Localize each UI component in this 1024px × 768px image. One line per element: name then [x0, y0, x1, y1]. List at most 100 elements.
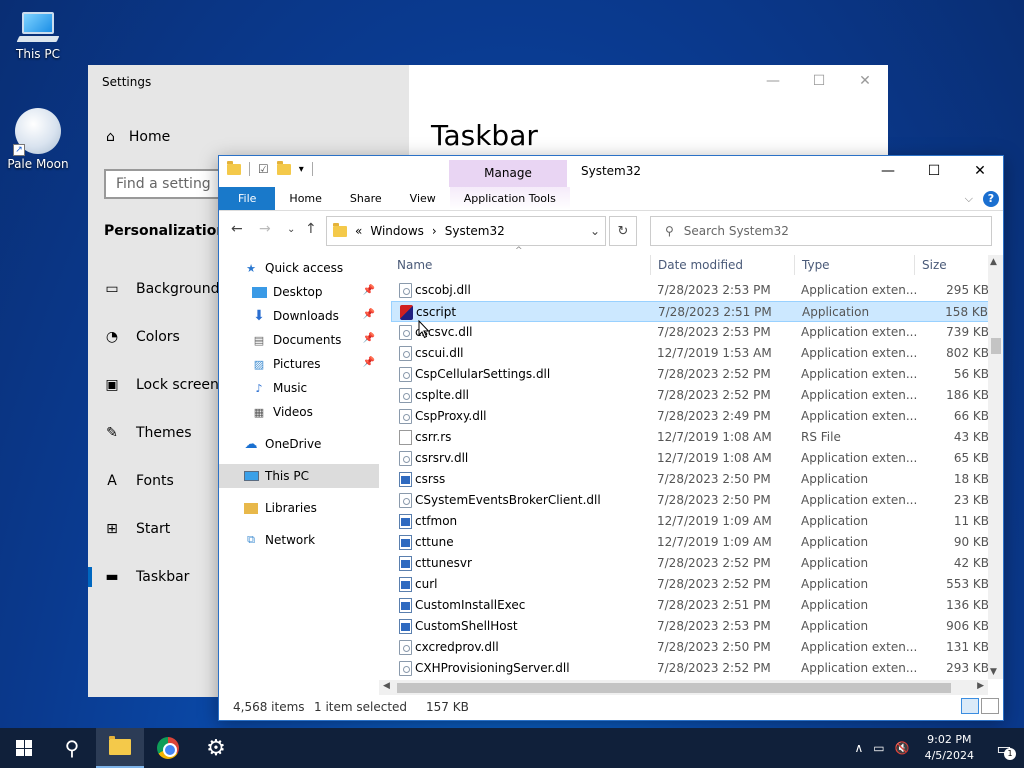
scrollbar-thumb[interactable]: [397, 683, 951, 693]
close-icon[interactable]: ✕: [842, 65, 888, 97]
customize-qat-icon[interactable]: ▾: [299, 164, 304, 175]
search-button[interactable]: ⚲: [48, 728, 96, 768]
tab-view[interactable]: View: [396, 187, 450, 210]
recent-locations-icon[interactable]: ⌄: [287, 224, 295, 235]
tab-home[interactable]: Home: [275, 187, 335, 210]
table-row[interactable]: csplte.dll 7/28/2023 2:52 PM Application e…: [391, 385, 989, 406]
search-input[interactable]: ⚲ Search System32: [650, 216, 992, 246]
table-row[interactable]: CXHProvisioningServer.dll 7/28/2023 2:52 …: [391, 658, 989, 679]
nav-videos[interactable]: ▦ Videos: [219, 400, 379, 424]
address-prefix[interactable]: «: [355, 224, 362, 238]
table-row[interactable]: cscript 7/28/2023 2:51 PM Application 158 K…: [391, 301, 989, 322]
close-icon[interactable]: ✕: [957, 156, 1003, 186]
file-type: Application exten...: [801, 409, 918, 423]
taskbar-file-explorer[interactable]: [96, 728, 144, 768]
breadcrumb-windows[interactable]: Windows: [370, 224, 424, 238]
volume-muted-icon[interactable]: 🔇: [890, 741, 915, 755]
settings-home[interactable]: ⌂ Home: [106, 129, 170, 145]
tab-share[interactable]: Share: [336, 187, 396, 210]
pin-icon[interactable]: 📌: [363, 333, 375, 344]
file-name: ctfmon: [415, 514, 458, 528]
network-icon[interactable]: ▭: [868, 741, 889, 755]
taskbar-chrome[interactable]: [144, 728, 192, 768]
nav-quick-access[interactable]: ★ Quick access: [219, 256, 379, 280]
nav-pictures[interactable]: ▨ Pictures 📌: [219, 352, 379, 376]
action-center-button[interactable]: ▭ 1: [984, 728, 1024, 768]
nav-desktop[interactable]: Desktop 📌: [219, 280, 379, 304]
minimize-icon[interactable]: —: [865, 156, 911, 186]
minimize-icon[interactable]: —: [750, 65, 796, 97]
table-row[interactable]: CspProxy.dll 7/28/2023 2:49 PM Application…: [391, 406, 989, 427]
clock[interactable]: 9:02 PM 4/5/2024: [915, 732, 984, 764]
refresh-button[interactable]: ↻: [609, 216, 637, 246]
column-date-modified[interactable]: Date modified: [658, 258, 743, 272]
nav-this-pc[interactable]: This PC: [219, 464, 379, 488]
nav-music[interactable]: ♪ Music: [219, 376, 379, 400]
properties-icon[interactable]: ☑: [258, 162, 269, 176]
nav-libraries[interactable]: Libraries: [219, 496, 379, 520]
maximize-icon[interactable]: ☐: [911, 156, 957, 186]
table-row[interactable]: cscui.dll 12/7/2019 1:53 AM Application ex…: [391, 343, 989, 364]
nav-documents[interactable]: ▤ Documents 📌: [219, 328, 379, 352]
desktop-icon-pale-moon[interactable]: ↗ Pale Moon: [0, 108, 76, 171]
table-row[interactable]: ctfmon 12/7/2019 1:09 AM Application 11 KB: [391, 511, 989, 532]
chevron-down-icon[interactable]: ⌄: [585, 224, 605, 238]
breadcrumb-system32[interactable]: System32: [445, 224, 505, 238]
maximize-icon[interactable]: ☐: [796, 65, 842, 97]
file-list: cscobj.dll 7/28/2023 2:53 PM Application e…: [391, 280, 989, 679]
scrollbar-thumb[interactable]: [991, 338, 1001, 354]
file-name: csrr.rs: [415, 430, 452, 444]
table-row[interactable]: cscsvc.dll 7/28/2023 2:53 PM Application e…: [391, 322, 989, 343]
application-icon: [399, 535, 412, 550]
details-view-icon[interactable]: [961, 698, 979, 714]
desktop-icon-this-pc[interactable]: This PC: [0, 10, 76, 61]
pin-icon[interactable]: 📌: [363, 285, 375, 296]
forward-arrow-icon[interactable]: →: [259, 221, 271, 237]
large-icons-view-icon[interactable]: [981, 698, 999, 714]
computer-icon: [243, 469, 259, 483]
computer-icon: [16, 10, 60, 44]
up-arrow-icon[interactable]: ↑: [305, 221, 317, 237]
nav-onedrive[interactable]: ☁ OneDrive: [219, 432, 379, 456]
manage-context-tab[interactable]: Manage: [449, 160, 567, 187]
start-button[interactable]: [0, 728, 48, 768]
table-row[interactable]: curl 7/28/2023 2:52 PM Application 553 KB: [391, 574, 989, 595]
column-name[interactable]: Name: [397, 258, 432, 272]
table-row[interactable]: csrr.rs 12/7/2019 1:08 AM RS File 43 KB: [391, 427, 989, 448]
table-row[interactable]: cttune 12/7/2019 1:09 AM Application 90 KB: [391, 532, 989, 553]
back-arrow-icon[interactable]: ←: [231, 221, 243, 237]
table-row[interactable]: cttunesvr 7/28/2023 2:52 PM Application 42 …: [391, 553, 989, 574]
pin-icon[interactable]: 📌: [363, 357, 375, 368]
table-row[interactable]: CustomInstallExec 7/28/2023 2:51 PM Applic…: [391, 595, 989, 616]
help-icon[interactable]: ?: [983, 190, 999, 207]
expand-ribbon-icon[interactable]: ⌵: [965, 192, 973, 206]
nav-network[interactable]: ⧉ Network: [219, 528, 379, 552]
vertical-scrollbar[interactable]: ▲ ▼: [988, 255, 1003, 679]
table-row[interactable]: csrsrv.dll 12/7/2019 1:08 AM Application e…: [391, 448, 989, 469]
libraries-icon: [243, 501, 259, 515]
scroll-right-icon[interactable]: ▶: [977, 681, 984, 691]
tab-file[interactable]: File: [219, 187, 276, 210]
scroll-up-icon[interactable]: ▲: [990, 257, 997, 267]
taskbar-settings[interactable]: ⚙: [192, 728, 240, 768]
tab-application-tools[interactable]: Application Tools: [449, 187, 570, 210]
scroll-down-icon[interactable]: ▼: [990, 667, 997, 677]
column-size[interactable]: Size: [922, 258, 947, 272]
column-type[interactable]: Type: [802, 258, 830, 272]
file-type: Application: [801, 556, 869, 570]
table-row[interactable]: CustomShellHost 7/28/2023 2:53 PM Applicat…: [391, 616, 989, 637]
nav-downloads[interactable]: ⬇ Downloads 📌: [219, 304, 379, 328]
new-folder-icon[interactable]: [276, 160, 291, 175]
file-name: CXHProvisioningServer.dll: [415, 661, 570, 675]
horizontal-scrollbar[interactable]: ◀ ▶: [379, 680, 988, 695]
scroll-left-icon[interactable]: ◀: [383, 681, 390, 691]
table-row[interactable]: csrss 7/28/2023 2:50 PM Application 18 KB: [391, 469, 989, 490]
table-row[interactable]: CSystemEventsBrokerClient.dll 7/28/2023 2…: [391, 490, 989, 511]
pin-icon[interactable]: 📌: [363, 309, 375, 320]
table-row[interactable]: CspCellularSettings.dll 7/28/2023 2:52 PM…: [391, 364, 989, 385]
chevron-up-icon[interactable]: ∧: [850, 741, 869, 755]
table-row[interactable]: cscobj.dll 7/28/2023 2:53 PM Application e…: [391, 280, 989, 301]
table-row[interactable]: cxcredprov.dll 7/28/2023 2:50 PM Applicati…: [391, 637, 989, 658]
address-bar[interactable]: « Windows › System32 ⌄: [326, 216, 606, 246]
application-icon: [399, 556, 412, 571]
